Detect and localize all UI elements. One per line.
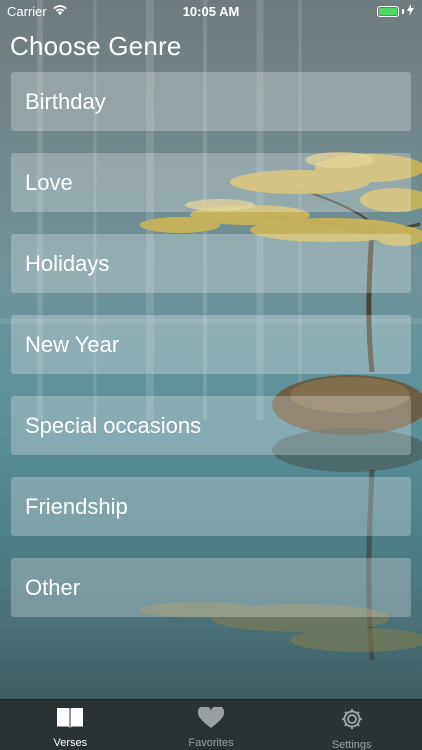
battery-icon [377,6,399,17]
tab-settings[interactable]: Settings [281,700,422,750]
book-icon [56,707,84,734]
gear-icon [340,707,364,736]
battery-tip [402,9,404,14]
genre-item-new-year[interactable]: New Year [11,315,411,374]
heart-icon [197,705,225,734]
genre-item-love[interactable]: Love [11,153,411,212]
genre-label: Special occasions [25,412,202,438]
genre-label: Love [25,169,73,195]
tab-label: Verses [53,737,88,749]
tab-label: Favorites [188,737,234,749]
genre-label: Holidays [25,250,110,276]
charging-icon [407,4,414,19]
genre-item-friendship[interactable]: Friendship [11,477,411,536]
tab-label: Settings [331,739,372,750]
genre-label: Birthday [25,88,106,114]
screen: Carrier 10:05 AM Choose Genre Birthday L… [0,0,422,750]
genre-label: Friendship [25,493,128,519]
genre-item-holidays[interactable]: Holidays [11,234,411,293]
genre-item-other[interactable]: Other [11,558,411,617]
genre-label: Other [25,574,81,600]
tab-bar: Verses Favorites Settings [0,699,422,750]
tab-favorites[interactable]: Favorites [141,700,282,750]
genre-item-special-occasions[interactable]: Special occasions [11,396,411,455]
status-time: 10:05 AM [182,4,240,19]
genre-item-birthday[interactable]: Birthday [11,72,411,131]
genre-label: New Year [25,331,120,357]
genre-list: Birthday Love Holidays New Year Special … [11,72,411,639]
battery-indicator [377,4,414,19]
tab-verses[interactable]: Verses [0,700,141,750]
status-bar: Carrier 10:05 AM [0,0,422,24]
battery-fill [379,8,397,15]
page-title: Choose Genre [10,31,182,61]
